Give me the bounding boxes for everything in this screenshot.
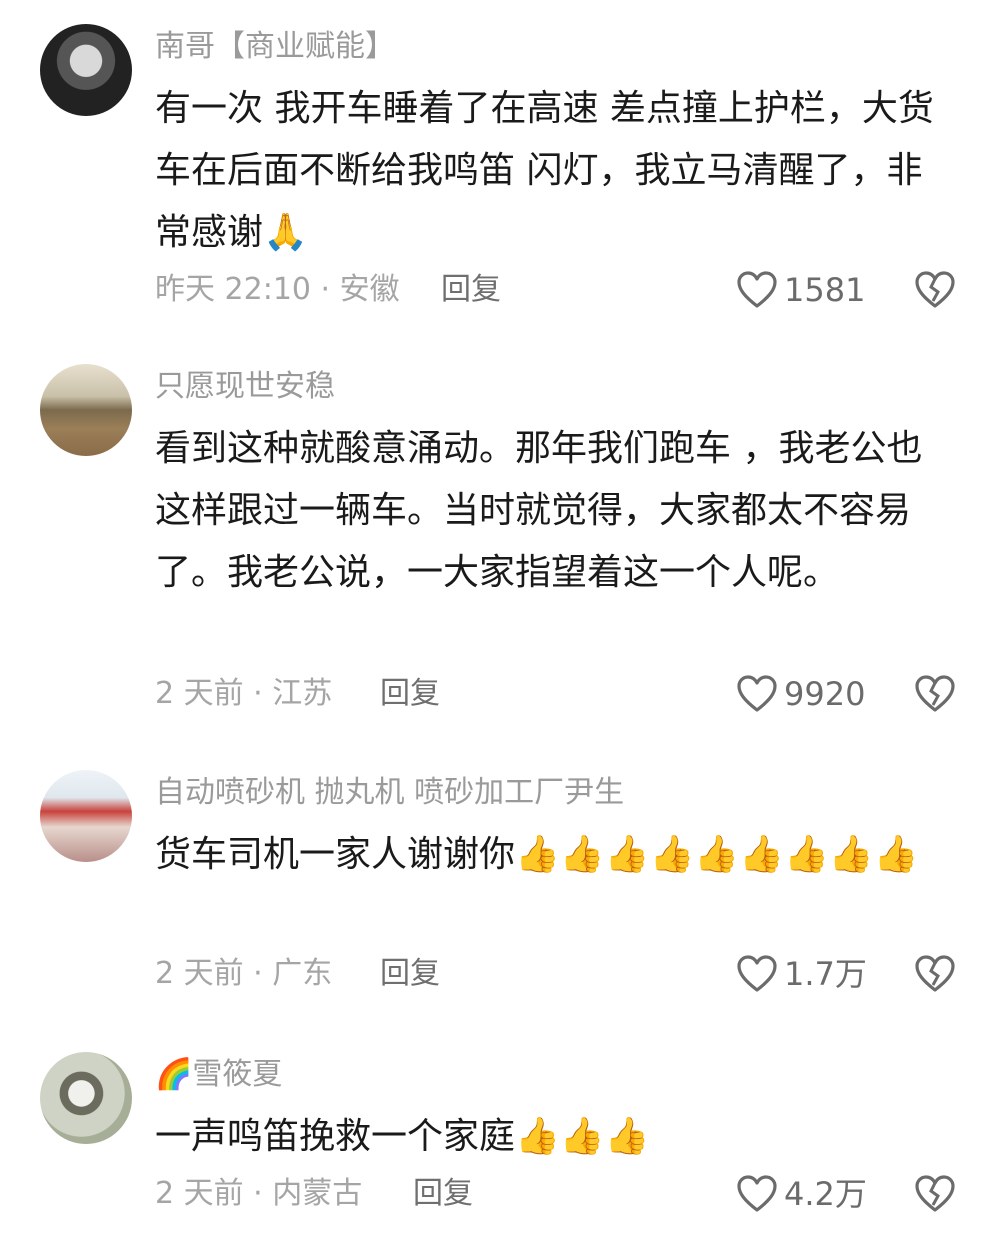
reply-button[interactable]: 回复 <box>413 1174 473 1214</box>
heart-icon[interactable] <box>736 674 778 714</box>
comment-username[interactable]: 南哥【商业赋能】 <box>155 26 395 68</box>
avatar[interactable] <box>40 364 132 456</box>
comment-text-block: 货车司机一家人谢谢你👍👍👍👍👍👍👍👍👍 <box>155 824 955 886</box>
avatar[interactable] <box>40 24 132 116</box>
like-count: 1581 <box>784 271 866 309</box>
broken-heart-icon[interactable] <box>914 954 956 994</box>
reply-button[interactable]: 回复 <box>380 954 440 994</box>
comment-text-block: 看到这种就酸意涌动。那年我们跑车 ，我老公也这样跟过一辆车。当时就觉得，大家都太… <box>155 418 955 604</box>
like-button[interactable]: 1.7万 <box>736 954 867 994</box>
like-count: 4.2万 <box>784 1175 867 1213</box>
comment-list: 南哥【商业赋能】 有一次 我开车睡着了在高速 差点撞上护栏，大货车在后面不断给我… <box>0 0 1000 1246</box>
broken-heart-icon[interactable] <box>914 674 956 714</box>
comment-meta: 昨天 22:10 · 安徽 <box>155 272 400 307</box>
like-button[interactable]: 4.2万 <box>736 1174 867 1214</box>
comment-text-block: 有一次 我开车睡着了在高速 差点撞上护栏，大货车在后面不断给我鸣笛 闪灯，我立马… <box>155 78 955 264</box>
like-button[interactable]: 9920 <box>736 674 865 714</box>
like-count: 9920 <box>784 675 866 713</box>
thumbs-up-emoji: 👍👍👍👍👍👍👍👍👍 <box>515 834 919 875</box>
praying-hands-emoji: 🙏 <box>263 212 308 253</box>
comment-meta: 2 天前 · 江苏 <box>155 676 333 711</box>
comment-username[interactable]: 只愿现世安稳 <box>155 366 335 408</box>
comment-text-block: 一声鸣笛挽救一个家庭👍👍👍 <box>155 1106 955 1168</box>
thumbs-up-emoji: 👍👍👍 <box>515 1116 650 1157</box>
comment-username[interactable]: 🌈雪筱夏 <box>155 1054 282 1096</box>
comment-text: 看到这种就酸意涌动。那年我们跑车 ，我老公也这样跟过一辆车。当时就觉得，大家都太… <box>155 428 923 593</box>
broken-heart-icon[interactable] <box>914 270 956 310</box>
reply-button[interactable]: 回复 <box>441 270 501 310</box>
comment-username[interactable]: 自动喷砂机 抛丸机 喷砂加工厂尹生 <box>155 772 624 814</box>
broken-heart-icon[interactable] <box>914 1174 956 1214</box>
comment-meta: 2 天前 · 广东 <box>155 956 333 991</box>
comment-text: 一声鸣笛挽救一个家庭 <box>155 1116 516 1157</box>
comment-meta: 2 天前 · 内蒙古 <box>155 1176 363 1211</box>
heart-icon[interactable] <box>736 954 778 994</box>
comment-text: 货车司机一家人谢谢你 <box>155 834 516 875</box>
like-count: 1.7万 <box>784 955 867 993</box>
reply-button[interactable]: 回复 <box>380 674 440 714</box>
avatar[interactable] <box>40 1052 132 1144</box>
like-button[interactable]: 1581 <box>736 270 865 310</box>
avatar[interactable] <box>40 770 132 862</box>
heart-icon[interactable] <box>736 270 778 310</box>
heart-icon[interactable] <box>736 1174 778 1214</box>
